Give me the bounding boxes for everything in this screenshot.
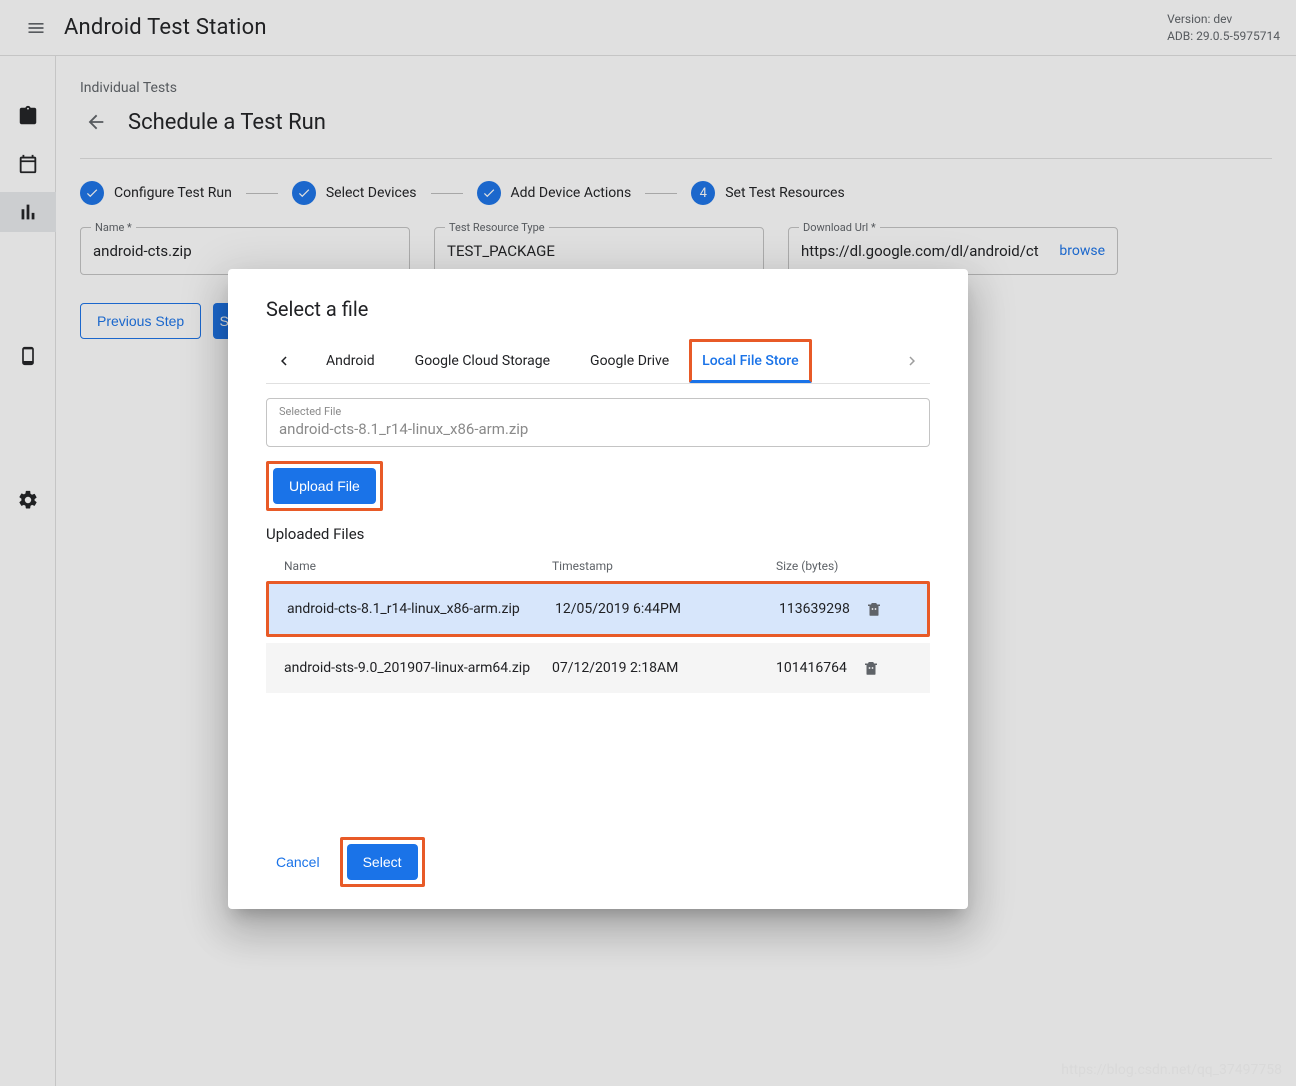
- tab-local-file-store[interactable]: Local File Store: [689, 339, 811, 383]
- select-file-dialog: Select a file Android Google Cloud Stora…: [228, 269, 968, 909]
- delete-file-button[interactable]: [859, 600, 889, 618]
- tabs-scroll-right[interactable]: [894, 341, 930, 381]
- table-row[interactable]: android-sts-9.0_201907-linux-arm64.zip 0…: [266, 643, 930, 693]
- uploaded-files-heading: Uploaded Files: [266, 525, 930, 543]
- select-button[interactable]: Select: [347, 844, 418, 880]
- table-header: Name Timestamp Size (bytes): [266, 551, 930, 581]
- cell-timestamp: 07/12/2019 2:18AM: [552, 660, 776, 676]
- col-name: Name: [284, 559, 552, 573]
- source-tabs: Android Google Cloud Storage Google Driv…: [266, 339, 930, 384]
- delete-file-button[interactable]: [856, 659, 886, 677]
- cell-name: android-sts-9.0_201907-linux-arm64.zip: [284, 660, 552, 676]
- cancel-button[interactable]: Cancel: [266, 846, 330, 878]
- tab-android[interactable]: Android: [306, 339, 395, 383]
- selected-file-field[interactable]: Selected File android-cts-8.1_r14-linux_…: [266, 398, 930, 447]
- col-timestamp: Timestamp: [552, 559, 776, 573]
- tab-drive[interactable]: Google Drive: [570, 339, 689, 383]
- upload-file-button[interactable]: Upload File: [273, 468, 376, 504]
- uploaded-files-table: Name Timestamp Size (bytes) android-cts-…: [266, 551, 930, 693]
- dialog-title: Select a file: [266, 297, 930, 321]
- tab-gcs[interactable]: Google Cloud Storage: [395, 339, 570, 383]
- field-value: android-cts-8.1_r14-linux_x86-arm.zip: [279, 420, 917, 438]
- tabs-scroll-left[interactable]: [266, 341, 302, 381]
- delete-icon: [862, 659, 880, 677]
- field-label: Selected File: [279, 405, 917, 418]
- chevron-right-icon: [903, 352, 921, 370]
- cell-size: 101416764: [776, 660, 856, 676]
- cell-name: android-cts-8.1_r14-linux_x86-arm.zip: [287, 601, 555, 617]
- delete-icon: [865, 600, 883, 618]
- dialog-actions: Cancel Select: [266, 837, 930, 887]
- cell-timestamp: 12/05/2019 6:44PM: [555, 601, 779, 617]
- col-size: Size (bytes): [776, 559, 856, 573]
- table-row[interactable]: android-cts-8.1_r14-linux_x86-arm.zip 12…: [269, 584, 927, 634]
- chevron-left-icon: [275, 352, 293, 370]
- watermark: https://blog.csdn.net/qq_37497758: [1061, 1062, 1282, 1078]
- cell-size: 113639298: [779, 601, 859, 617]
